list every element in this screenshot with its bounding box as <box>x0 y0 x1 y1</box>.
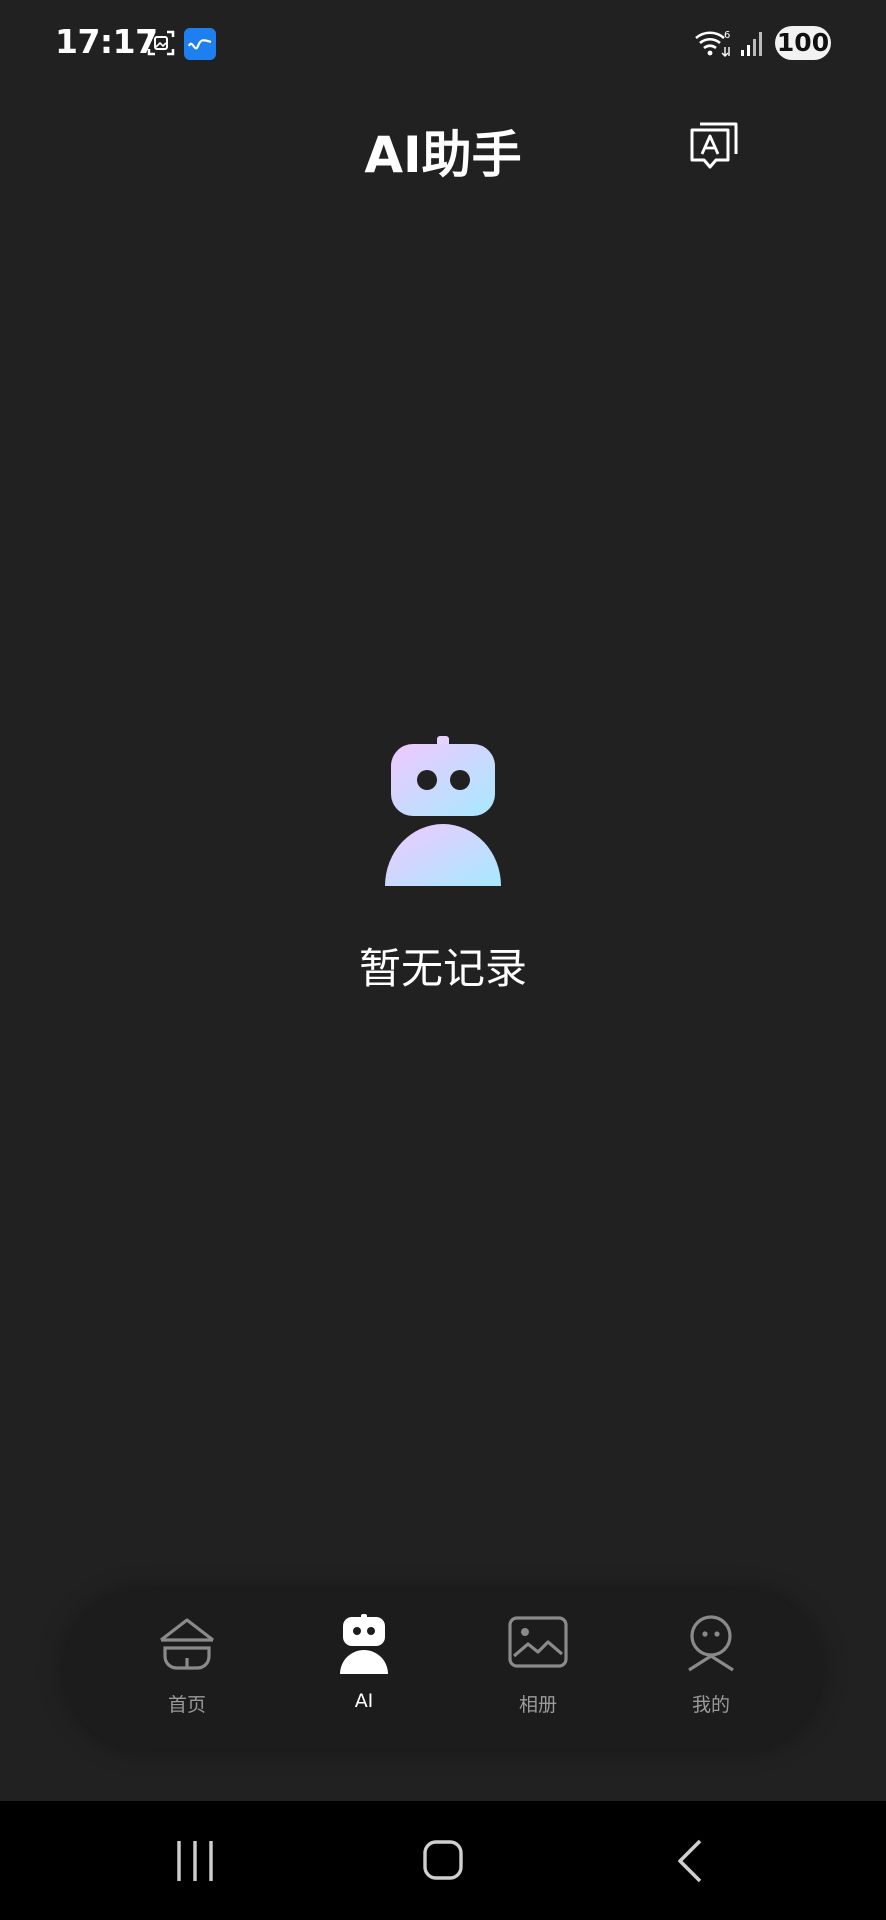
back-icon <box>678 1839 702 1883</box>
screenshot-icon <box>147 30 175 56</box>
tab-home[interactable]: 首页 <box>112 1590 262 1750</box>
bottom-tab-bar: 首页 AI 相册 我的 <box>64 1590 822 1750</box>
tab-home-label: 首页 <box>167 1694 206 1716</box>
tab-mine-label: 我的 <box>691 1694 730 1716</box>
system-nav-bar <box>0 1801 886 1920</box>
ai-assistant-screen: 17:17 6 100 AI助手 暂无记录 首页 AI 相册 我的 <box>0 0 886 1920</box>
app-notification-icon <box>184 28 216 60</box>
tab-ai[interactable]: AI <box>289 1590 439 1750</box>
page-title: AI助手 <box>364 126 522 184</box>
home-button[interactable] <box>413 1833 473 1889</box>
translate-button[interactable] <box>686 118 742 174</box>
signal-icon <box>741 32 762 56</box>
home-button-icon <box>423 1840 463 1880</box>
robot-icon <box>385 736 501 886</box>
profile-icon <box>688 1615 734 1672</box>
status-time: 17:17 <box>55 22 158 61</box>
tab-ai-label: AI <box>354 1690 374 1712</box>
recent-apps-button[interactable] <box>165 1833 225 1889</box>
recent-apps-icon <box>177 1841 213 1881</box>
robot-icon <box>340 1614 388 1674</box>
home-icon <box>160 1618 214 1670</box>
status-bar: 17:17 6 100 <box>0 0 886 88</box>
wifi-icon: 6 <box>695 30 730 57</box>
tab-album-label: 相册 <box>518 1694 557 1716</box>
image-icon <box>508 1616 568 1668</box>
tab-album[interactable]: 相册 <box>463 1590 613 1750</box>
translate-icon <box>690 122 738 169</box>
tab-mine[interactable]: 我的 <box>636 1590 786 1750</box>
svg-text:6: 6 <box>724 30 730 41</box>
battery-indicator: 100 <box>775 26 831 60</box>
back-button[interactable] <box>662 1833 722 1889</box>
empty-state-message: 暂无记录 <box>358 944 527 993</box>
